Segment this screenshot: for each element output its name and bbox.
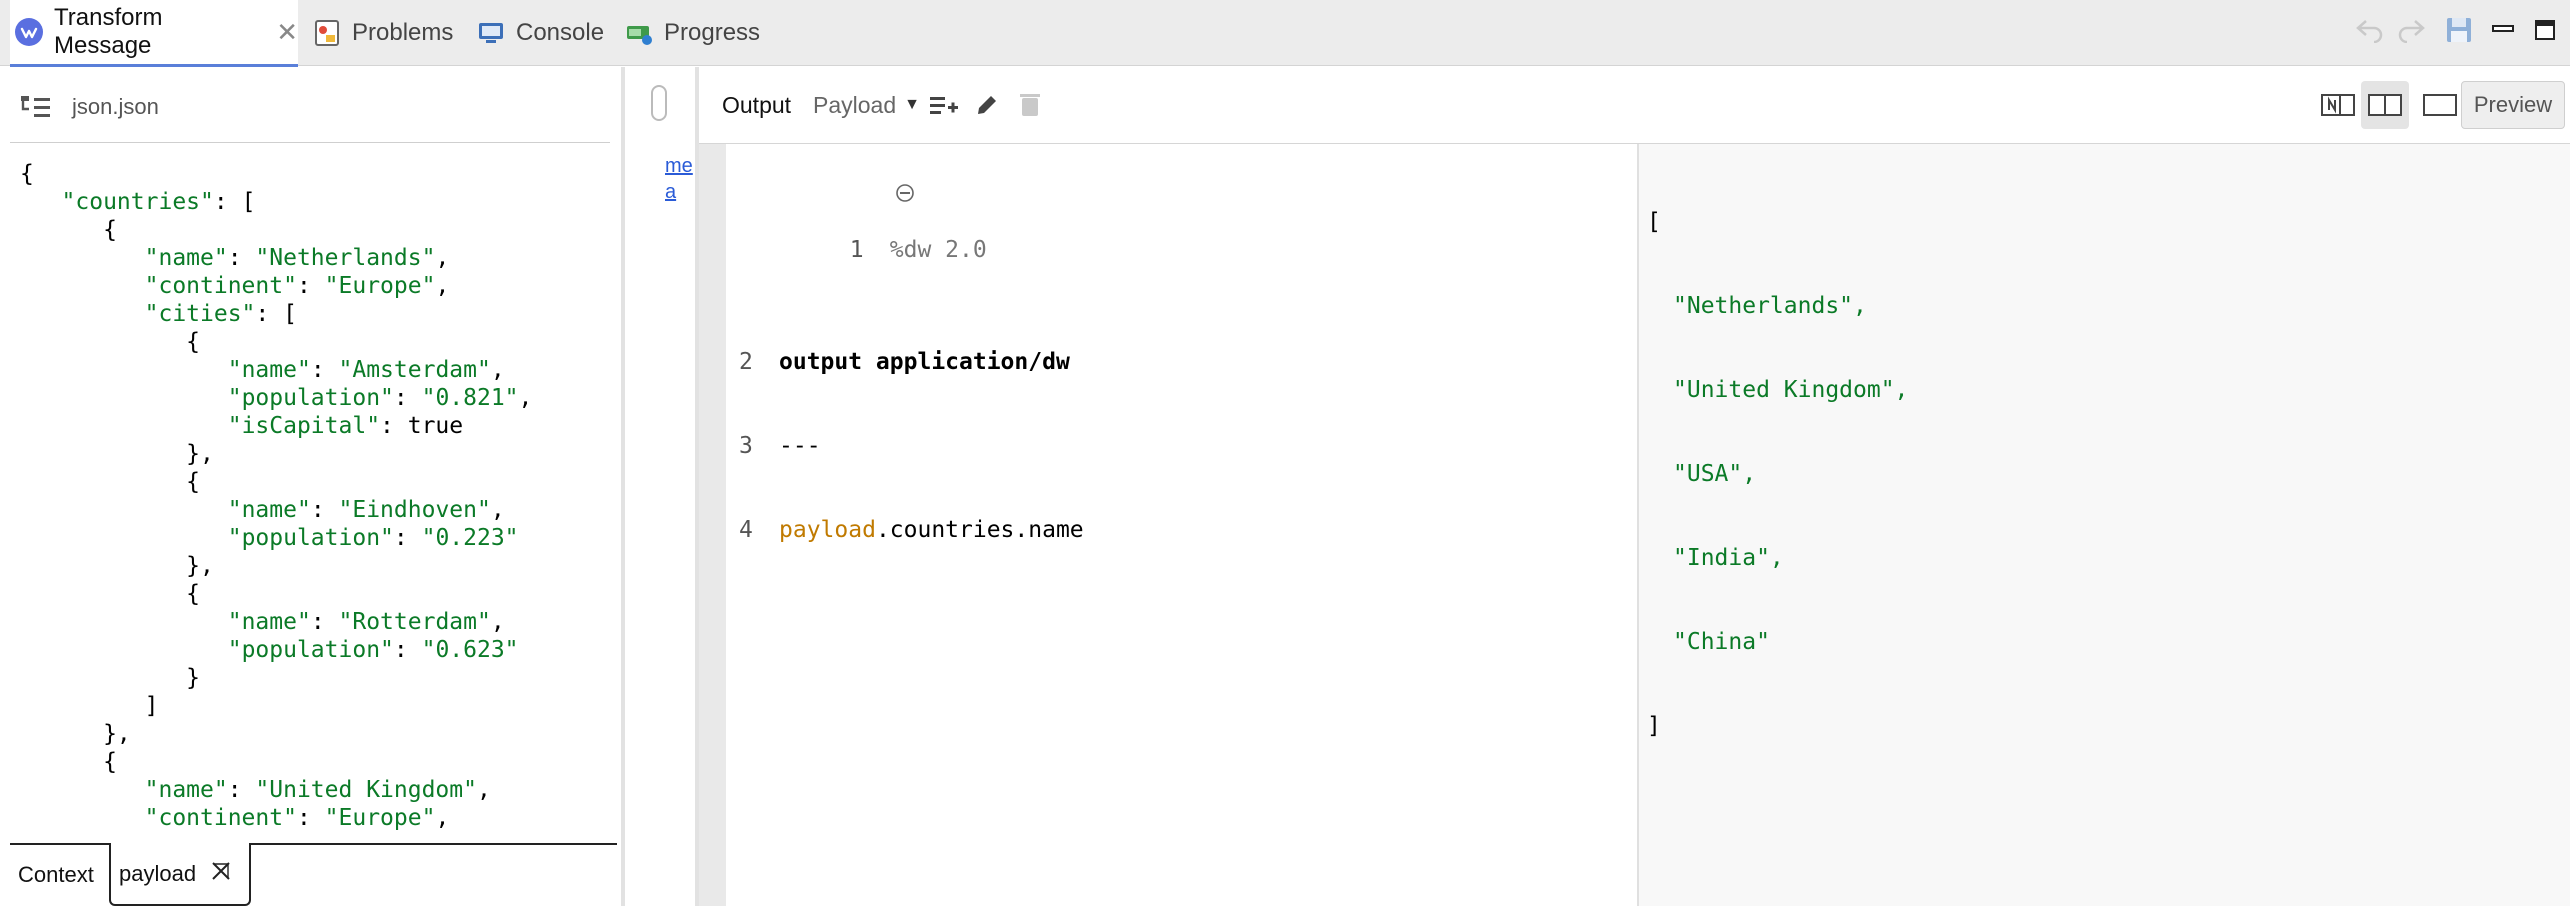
- code-line: 2 output application/dw: [739, 349, 1070, 375]
- single-view-icon[interactable]: [2423, 85, 2457, 125]
- target-select[interactable]: Payload ▼: [813, 85, 920, 125]
- json-line: {: [20, 749, 117, 775]
- add-output-icon[interactable]: [929, 85, 959, 125]
- output-toolbar: Output Payload ▼ Preview: [699, 67, 2570, 144]
- tab-label: payload: [119, 860, 197, 886]
- redo-icon[interactable]: [2395, 10, 2429, 50]
- tab-console[interactable]: Console: [476, 0, 604, 66]
- json-line: "name": "Rotterdam",: [227, 609, 505, 635]
- json-line: "population": "0.821",: [227, 385, 533, 411]
- input-json-content[interactable]: { "countries": [ { "name": "Netherlands"…: [20, 160, 532, 832]
- script-editor[interactable]: 1 %dw 2.0 2 output application/dw 3 --- 4p…: [699, 144, 1637, 906]
- dataweave-icon: [14, 17, 44, 47]
- input-file-name: json.json: [72, 94, 159, 119]
- minimize-icon[interactable]: [2488, 10, 2518, 50]
- code-line: 4 payload.countries.name: [739, 517, 1084, 543]
- tab-label: Problems: [352, 19, 454, 46]
- tab-label: Console: [516, 19, 605, 46]
- trash-icon[interactable]: [1019, 85, 1041, 125]
- input-panel: json.json { "countries": [ { "name": "Ne…: [0, 67, 621, 906]
- json-line: {: [20, 217, 117, 243]
- preview-output-pane[interactable]: [ "Netherlands", "United Kingdom", "USA"…: [1639, 144, 2570, 906]
- json-line: "name": "Eindhoven",: [227, 497, 505, 523]
- json-line: "name": "Netherlands",: [144, 245, 450, 271]
- split-view-icon[interactable]: [2361, 81, 2409, 129]
- close-icon[interactable]: ✕: [276, 17, 298, 48]
- json-line: "population": "0.223": [227, 525, 519, 551]
- json-line: {: [20, 581, 201, 607]
- json-line: {: [20, 161, 34, 187]
- output-label: Output: [722, 91, 792, 118]
- save-icon[interactable]: [2442, 10, 2476, 50]
- script-lines[interactable]: 1 %dw 2.0 2 output application/dw 3 --- 4p…: [739, 152, 1084, 600]
- json-line: }: [20, 665, 201, 691]
- json-line: "cities": [: [144, 301, 297, 327]
- search-field-collapsed[interactable]: [651, 85, 667, 121]
- json-line: "population": "0.623": [227, 637, 519, 663]
- tab-transform-message[interactable]: Transform Message ✕: [10, 0, 298, 67]
- json-line: "continent": "Europe",: [144, 805, 450, 831]
- output-panel: Output Payload ▼ Preview 1 %dw 2.0 2 out…: [699, 67, 2570, 906]
- input-file-header[interactable]: json.json: [20, 87, 159, 127]
- code-line: 1 %dw 2.0: [739, 184, 1084, 292]
- json-line: },: [20, 553, 214, 579]
- editor-gutter: [699, 144, 726, 906]
- json-line: "countries": [: [61, 189, 256, 215]
- line-number: 3: [739, 433, 753, 459]
- tab-label: Context: [18, 861, 94, 887]
- json-line: {: [20, 329, 201, 355]
- json-line: {: [20, 469, 201, 495]
- tab-context[interactable]: Context: [10, 843, 102, 906]
- source-view-icon[interactable]: [2321, 85, 2355, 125]
- tab-label: Progress: [664, 19, 761, 46]
- tab-payload[interactable]: payload: [109, 843, 251, 906]
- divider: [10, 142, 610, 143]
- view-tab-bar: Transform Message ✕ Problems Console Pro…: [0, 0, 2570, 67]
- collapse-icon[interactable]: [757, 154, 915, 238]
- tab-problems[interactable]: Problems: [312, 0, 453, 66]
- tab-label: Transform Message: [54, 4, 163, 59]
- progress-icon: [624, 18, 654, 48]
- line-number: 2: [739, 349, 753, 375]
- json-line: "name": "United Kingdom",: [144, 777, 491, 803]
- line-number: 4: [739, 517, 753, 543]
- preview-button[interactable]: Preview: [2461, 81, 2565, 129]
- chevron-down-icon: ▼: [904, 96, 920, 113]
- tree-view-icon[interactable]: [20, 95, 54, 119]
- tab-progress[interactable]: Progress: [624, 0, 760, 66]
- line-number: 1: [849, 237, 864, 263]
- json-line: "isCapital": true: [227, 413, 464, 439]
- json-line: "continent": "Europe",: [144, 273, 450, 299]
- input-bottom-tabs: Context payload: [10, 843, 617, 906]
- preview-output-content: [ "Netherlands", "United Kingdom", "USA"…: [1647, 209, 1909, 739]
- collapsed-panel: me a: [625, 67, 695, 906]
- edit-icon[interactable]: [974, 85, 1000, 125]
- code-line: 3 ---: [739, 433, 821, 459]
- link-text[interactable]: me a: [665, 153, 693, 205]
- json-line: },: [20, 441, 214, 467]
- json-line: ]: [20, 693, 159, 719]
- close-icon[interactable]: [210, 860, 232, 888]
- maximize-icon[interactable]: [2530, 10, 2560, 50]
- undo-icon[interactable]: [2352, 10, 2386, 50]
- json-line: "name": "Amsterdam",: [227, 357, 505, 383]
- json-line: },: [20, 721, 131, 747]
- problems-icon: [312, 18, 342, 48]
- console-icon: [476, 18, 506, 48]
